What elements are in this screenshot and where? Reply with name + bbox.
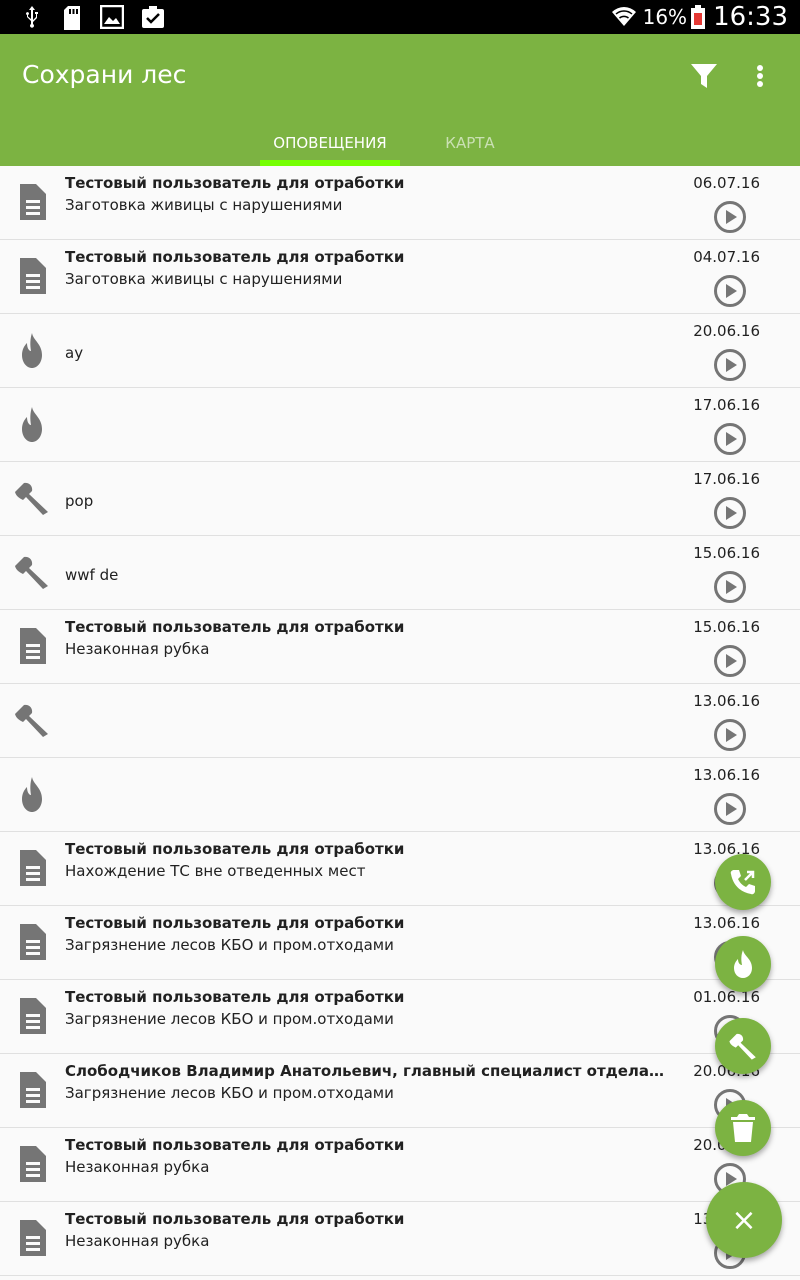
fab-trash[interactable] xyxy=(715,1100,771,1156)
alert-author: Слободчиков Владимир Анатольевич, главны… xyxy=(65,1062,665,1080)
alert-text: wwf de xyxy=(65,566,119,584)
alert-text: Незаконная рубка xyxy=(65,1158,210,1176)
alert-date: 13.06.16 xyxy=(693,914,760,932)
document-icon xyxy=(20,258,46,294)
alert-text: Загрязнение лесов КБО и пром.отходами xyxy=(65,1010,394,1028)
app-title: Сохрани лес xyxy=(22,60,187,89)
alert-row[interactable]: Тестовый пользователь для отработки Незак… xyxy=(0,610,800,684)
alert-date: 04.07.16 xyxy=(693,248,760,266)
filter-icon[interactable] xyxy=(690,62,718,90)
document-icon xyxy=(20,1220,46,1256)
alert-date: 06.07.16 xyxy=(693,174,760,192)
alert-date: 13.06.16 xyxy=(693,692,760,710)
alert-row[interactable]: Тестовый пользователь для отработки Загот… xyxy=(0,166,800,240)
fab-fire[interactable] xyxy=(715,936,771,992)
alert-text: Незаконная рубка xyxy=(65,1232,210,1250)
wifi-icon xyxy=(611,7,636,26)
axe-icon xyxy=(729,1033,756,1060)
phone-callback-icon xyxy=(730,870,755,895)
play-circle-icon[interactable] xyxy=(713,348,747,382)
alert-list: Тестовый пользователь для отработки Загот… xyxy=(0,166,800,1280)
alert-date: 17.06.16 xyxy=(693,396,760,414)
alert-row[interactable]: Тестовый пользователь для отработки Незак… xyxy=(0,1128,800,1202)
sd-card-icon xyxy=(64,6,80,30)
axe-icon xyxy=(15,482,48,515)
play-circle-icon[interactable] xyxy=(713,792,747,826)
alert-text: pop xyxy=(65,492,94,510)
alert-row[interactable]: wwf de 15.06.16 xyxy=(0,536,800,610)
alert-row[interactable]: 13.06.16 xyxy=(0,684,800,758)
play-circle-icon[interactable] xyxy=(713,274,747,308)
alert-author: Тестовый пользователь для отработки xyxy=(65,248,405,266)
alert-text: Незаконная рубка xyxy=(65,640,210,658)
alert-row[interactable]: Тестовый пользователь для отработки Загря… xyxy=(0,980,800,1054)
app-bar: Сохрани лес ОПОВЕЩЕНИЯ КАРТА xyxy=(0,34,800,166)
status-right: 16% 16:33 xyxy=(611,2,788,32)
alert-row[interactable]: Тестовый пользователь для отработки Незак… xyxy=(0,1202,800,1276)
document-icon xyxy=(20,1146,46,1182)
alert-author: Тестовый пользователь для отработки xyxy=(65,988,405,1006)
play-circle-icon[interactable] xyxy=(713,496,747,530)
fire-icon xyxy=(22,777,42,812)
alert-author: Тестовый пользователь для отработки xyxy=(65,914,405,932)
alert-date: 15.06.16 xyxy=(693,618,760,636)
play-circle-icon[interactable] xyxy=(713,200,747,234)
document-icon xyxy=(20,924,46,960)
alert-author: Тестовый пользователь для отработки xyxy=(65,1210,405,1228)
fire-icon xyxy=(22,407,42,442)
alert-date: 15.06.16 xyxy=(693,544,760,562)
alert-row[interactable]: ay 20.06.16 xyxy=(0,314,800,388)
alert-row[interactable]: Тестовый пользователь для отработки Загря… xyxy=(0,906,800,980)
more-vert-icon[interactable] xyxy=(748,64,772,92)
alert-date: 13.06.16 xyxy=(693,766,760,784)
fire-icon xyxy=(734,950,752,978)
alert-row[interactable]: 17.06.16 xyxy=(0,388,800,462)
alert-text: Загрязнение лесов КБО и пром.отходами xyxy=(65,936,394,954)
document-icon xyxy=(20,850,46,886)
fab-phone-callback[interactable] xyxy=(715,854,771,910)
alert-text: ay xyxy=(65,344,84,362)
tab-map[interactable]: КАРТА xyxy=(420,134,520,152)
alert-author: Тестовый пользователь для отработки xyxy=(65,174,405,192)
axe-icon xyxy=(15,556,48,589)
clipboard-icon xyxy=(142,6,164,28)
alert-author: Тестовый пользователь для отработки xyxy=(65,618,405,636)
play-circle-icon[interactable] xyxy=(713,718,747,752)
play-circle-icon[interactable] xyxy=(713,422,747,456)
document-icon xyxy=(20,1072,46,1108)
alert-text: Заготовка живицы с нарушениями xyxy=(65,196,343,214)
alert-author: Тестовый пользователь для отработки xyxy=(65,1136,405,1154)
trash-icon xyxy=(731,1114,755,1142)
axe-icon xyxy=(15,704,48,737)
clock: 16:33 xyxy=(713,2,788,32)
document-icon xyxy=(20,184,46,220)
play-circle-icon[interactable] xyxy=(713,644,747,678)
status-bar: 16% 16:33 xyxy=(0,0,800,34)
alert-row[interactable]: Тестовый пользователь для отработки Нахож… xyxy=(0,832,800,906)
usb-icon xyxy=(26,6,38,28)
alert-row[interactable]: Тестовый пользователь для отработки Загот… xyxy=(0,240,800,314)
document-icon xyxy=(20,998,46,1034)
alert-date: 20.06.16 xyxy=(693,322,760,340)
fab-logging[interactable] xyxy=(715,1018,771,1074)
alert-date: 17.06.16 xyxy=(693,470,760,488)
alert-row[interactable]: 13.06.16 xyxy=(0,758,800,832)
image-icon xyxy=(100,5,124,29)
alert-text: Загрязнение лесов КБО и пром.отходами xyxy=(65,1084,394,1102)
alert-author: Тестовый пользователь для отработки xyxy=(65,840,405,858)
battery-icon xyxy=(691,5,706,29)
alert-row[interactable]: pop 17.06.16 xyxy=(0,462,800,536)
fire-icon xyxy=(22,333,42,368)
battery-percent: 16% xyxy=(642,5,688,29)
alert-row[interactable]: Слободчиков Владимир Анатольевич, главны… xyxy=(0,1054,800,1128)
alert-text: Заготовка живицы с нарушениями xyxy=(65,270,343,288)
tab-alerts[interactable]: ОПОВЕЩЕНИЯ xyxy=(260,134,400,152)
document-icon xyxy=(20,628,46,664)
alert-text: Нахождение ТС вне отведенных мест xyxy=(65,862,366,880)
fab-main-close[interactable]: × xyxy=(706,1182,782,1258)
play-circle-icon[interactable] xyxy=(713,570,747,604)
